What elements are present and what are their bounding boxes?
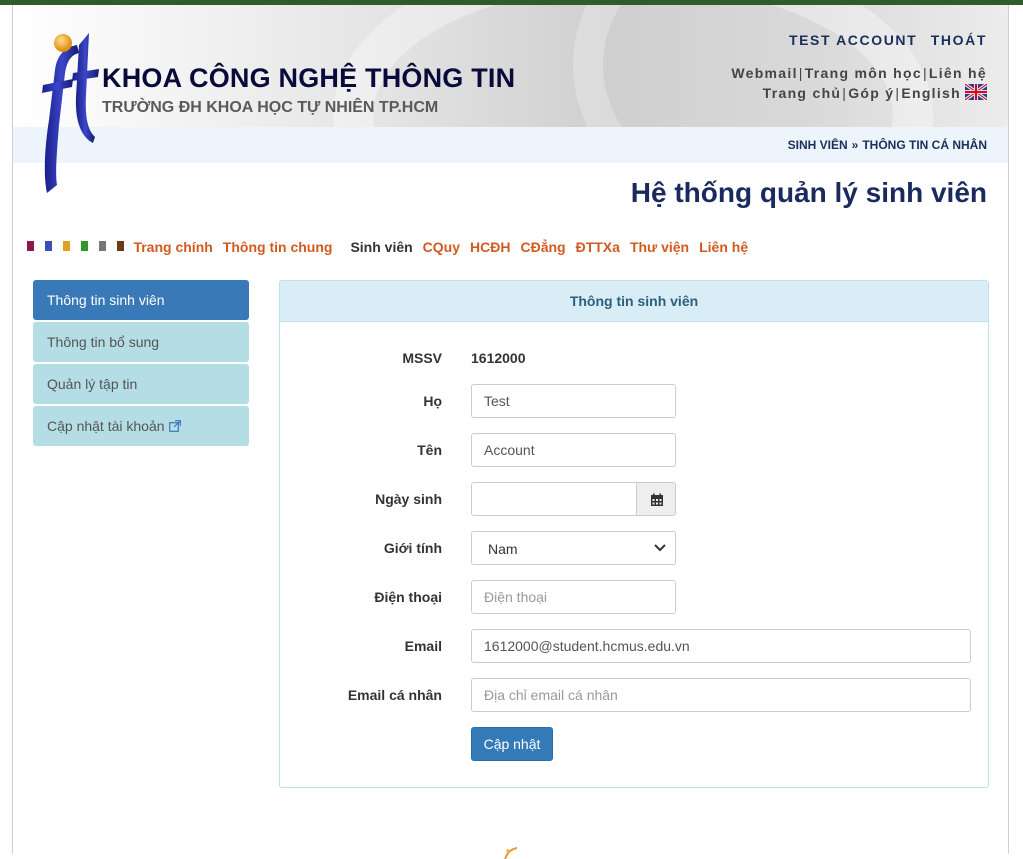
breadcrumb-separator: »: [851, 138, 859, 152]
main-nav: Trang chính Thông tin chung Sinh viên CQuy H…: [27, 238, 758, 260]
sidebar-item-label: Cập nhật tài khoản: [47, 418, 165, 434]
separator: |: [895, 85, 901, 101]
update-button[interactable]: Cập nhật: [471, 727, 553, 761]
fit-logo-icon: [42, 33, 99, 193]
user-links: TEST ACCOUNT THOÁT: [781, 32, 987, 48]
course-page-link[interactable]: Trang môn học: [805, 65, 922, 81]
breadcrumb-item-personal-info[interactable]: THÔNG TIN CÁ NHÂN: [862, 138, 987, 152]
nav-item-cdang[interactable]: CĐẳng: [520, 239, 565, 255]
email-label: Email: [404, 638, 442, 654]
phone-input[interactable]: [471, 580, 676, 614]
utility-links-row-1: Webmail|Trang môn học|Liên hệ: [731, 63, 987, 83]
breadcrumb-bar: SINH VIÊN» THÔNG TIN CÁ NHÂN: [13, 127, 1008, 163]
mssv-value: 1612000: [471, 350, 526, 366]
ten-label: Tên: [417, 442, 442, 458]
home-link[interactable]: Trang chủ: [763, 85, 842, 101]
calendar-icon: [651, 493, 663, 506]
sidebar: Thông tin sinh viên Thông tin bổ sung Qu…: [33, 280, 249, 448]
personal-email-input[interactable]: [471, 678, 971, 712]
student-info-panel: Thông tin sinh viên MSSV 1612000 Họ Tên …: [279, 280, 989, 788]
nav-swatch: [117, 241, 124, 251]
birthdate-label: Ngày sinh: [375, 491, 442, 507]
panel-title: Thông tin sinh viên: [280, 281, 988, 322]
breadcrumb-item-student[interactable]: SINH VIÊN: [788, 138, 848, 152]
nav-swatch: [27, 241, 34, 251]
sidebar-item-update-account[interactable]: Cập nhật tài khoản: [33, 406, 249, 446]
chevron-down-icon: [654, 544, 666, 552]
nav-swatch: [63, 241, 70, 251]
nav-swatch: [81, 241, 88, 251]
nav-item-home[interactable]: Trang chính: [133, 239, 212, 255]
site-subtitle: TRƯỜNG ĐH KHOA HỌC TỰ NHIÊN TP.HCM: [102, 99, 439, 116]
calendar-button[interactable]: [636, 482, 676, 516]
phone-label: Điện thoại: [374, 589, 442, 605]
mssv-label: MSSV: [402, 350, 442, 366]
breadcrumb: SINH VIÊN» THÔNG TIN CÁ NHÂN: [788, 138, 987, 152]
last-name-input[interactable]: [471, 384, 676, 418]
page-frame: KHOA CÔNG NGHỆ THÔNG TIN TRƯỜNG ĐH KHOA …: [12, 5, 1009, 859]
nav-item-cquy[interactable]: CQuy: [423, 239, 460, 255]
webmail-link[interactable]: Webmail: [731, 65, 797, 81]
page-title: Hệ thống quản lý sinh viên: [630, 177, 987, 208]
feedback-link[interactable]: Góp ý: [848, 85, 894, 101]
account-name-link[interactable]: TEST ACCOUNT: [789, 32, 917, 48]
nav-item-general-info[interactable]: Thông tin chung: [223, 239, 333, 255]
site-title: KHOA CÔNG NGHỆ THÔNG TIN: [102, 63, 516, 93]
nav-swatch: [45, 241, 52, 251]
footer-logo-icon: [504, 847, 518, 859]
site-header: KHOA CÔNG NGHỆ THÔNG TIN TRƯỜNG ĐH KHOA …: [13, 5, 1008, 127]
birthdate-input[interactable]: [471, 482, 637, 516]
logout-link[interactable]: THOÁT: [931, 32, 987, 48]
nav-swatch: [99, 241, 106, 251]
sidebar-item-additional-info[interactable]: Thông tin bổ sung: [33, 322, 249, 362]
gender-label: Giới tính: [383, 540, 442, 556]
birthdate-group: [471, 482, 676, 516]
color-swatches: [27, 238, 129, 256]
contact-link[interactable]: Liên hệ: [929, 65, 987, 81]
nav-item-contact[interactable]: Liên hệ: [699, 239, 748, 255]
gender-selected-value: Nam: [488, 541, 518, 557]
separator: |: [842, 85, 848, 101]
english-link[interactable]: English: [901, 85, 961, 101]
uk-flag-icon[interactable]: [965, 84, 987, 100]
nav-item-dttxa[interactable]: ĐTTXa: [576, 239, 620, 255]
ho-label: Họ: [423, 393, 442, 409]
separator: |: [798, 65, 804, 81]
external-link-icon: [168, 420, 181, 432]
nav-item-student[interactable]: Sinh viên: [350, 239, 412, 255]
nav-item-library[interactable]: Thư viện: [630, 239, 689, 255]
sidebar-item-file-management[interactable]: Quản lý tập tin: [33, 364, 249, 404]
utility-links: Webmail|Trang môn học|Liên hệ Trang chủ|…: [731, 63, 987, 103]
separator: |: [922, 65, 928, 81]
email-input[interactable]: [471, 629, 971, 663]
nav-item-hcdh[interactable]: HCĐH: [470, 239, 510, 255]
gender-select[interactable]: Nam: [471, 531, 676, 565]
first-name-input[interactable]: [471, 433, 676, 467]
personal-email-label: Email cá nhân: [347, 687, 442, 703]
utility-links-row-2: Trang chủ|Góp ý|English: [731, 83, 987, 103]
sidebar-item-student-info[interactable]: Thông tin sinh viên: [33, 280, 249, 320]
